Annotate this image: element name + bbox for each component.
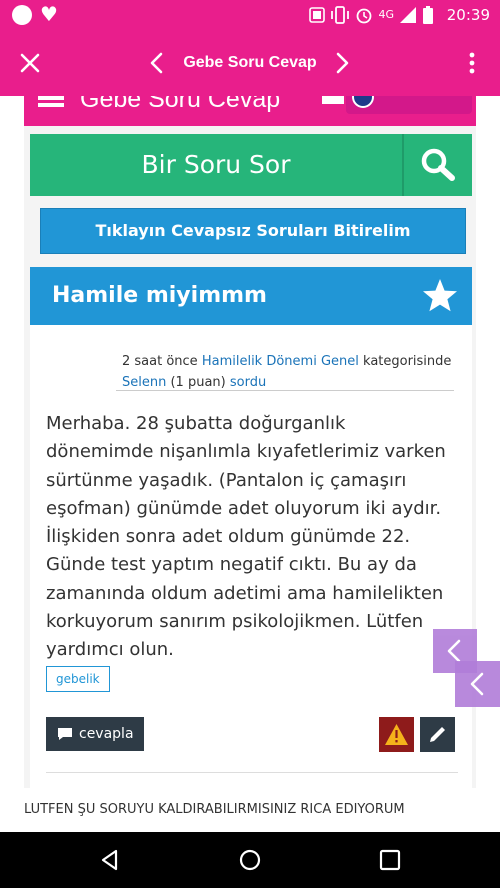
circle-icon xyxy=(12,5,32,25)
divider xyxy=(46,772,458,773)
shared-screenshot: Gebe Soru Cevap Bir Soru Sor Tıklayın Ce… xyxy=(0,96,500,788)
heart-icon: ♥ xyxy=(40,2,58,26)
ask-question-bar[interactable]: Bir Soru Sor xyxy=(30,134,472,196)
report-warning-icon[interactable] xyxy=(379,717,414,752)
user-points: (1 puan) xyxy=(170,375,226,390)
reply-label: cevapla xyxy=(79,726,134,742)
menu-icon[interactable] xyxy=(38,96,64,110)
home-icon[interactable] xyxy=(236,846,264,874)
comment-icon xyxy=(58,728,72,740)
meta-action: sordu xyxy=(229,375,267,390)
back-icon[interactable] xyxy=(96,846,124,874)
site-header: Gebe Soru Cevap xyxy=(24,96,476,126)
more-options-icon[interactable] xyxy=(462,49,482,77)
question-meta: 2 saat önce Hamilelik Dönemi Genel kateg… xyxy=(122,351,462,393)
divider xyxy=(116,390,454,391)
previous-arrow-icon[interactable] xyxy=(145,50,169,76)
vibrate-icon xyxy=(331,6,350,24)
toolbar-title: Gebe Soru Cevap xyxy=(183,54,317,71)
status-icons: 4G xyxy=(309,5,434,25)
chevron-left-icon[interactable] xyxy=(455,661,500,707)
app-toolbar: Gebe Soru Cevap xyxy=(0,30,500,96)
user-link[interactable]: Selenn xyxy=(122,375,166,390)
login-button[interactable] xyxy=(346,96,472,114)
reply-button[interactable]: cevapla xyxy=(46,717,144,751)
question-body: Merhaba. 28 şubatta doğurganlık dönemimd… xyxy=(46,413,446,661)
battery-icon xyxy=(423,6,433,24)
star-icon[interactable] xyxy=(420,276,460,316)
volte-icon xyxy=(309,7,326,23)
question-title: Hamile miyimmm xyxy=(52,283,267,308)
recents-icon[interactable] xyxy=(376,846,404,874)
alarm-icon xyxy=(357,8,372,24)
question-title-bar: Hamile miyimmm xyxy=(30,267,472,325)
meta-time: 2 saat önce xyxy=(122,354,198,369)
unanswered-questions-button[interactable]: Tıklayın Cevapsız Soruları Bitirelim xyxy=(40,208,466,254)
avatar xyxy=(352,96,374,108)
signal-icon xyxy=(400,7,416,23)
header-box-icon xyxy=(322,96,344,104)
site-name: Gebe Soru Cevap xyxy=(80,96,281,113)
status-bar: ♥ 4G 20:39 xyxy=(0,0,500,30)
navigation-bar xyxy=(0,832,500,888)
clock: 20:39 xyxy=(446,6,490,24)
ask-question-label: Bir Soru Sor xyxy=(141,150,291,179)
tag-link[interactable]: gebelik xyxy=(46,666,110,692)
category-link[interactable]: Hamilelik Dönemi Genel xyxy=(202,354,359,369)
close-icon[interactable] xyxy=(16,49,44,77)
edit-pencil-icon[interactable] xyxy=(420,717,455,752)
search-icon[interactable] xyxy=(404,134,472,196)
network-label: 4G xyxy=(378,8,394,21)
meta-category-suffix: kategorisinde xyxy=(363,354,452,369)
next-arrow-icon[interactable] xyxy=(330,50,354,76)
post-caption: LUTFEN ŞU SORUYU KALDIRABILIRMISINIZ RIC… xyxy=(0,788,500,832)
